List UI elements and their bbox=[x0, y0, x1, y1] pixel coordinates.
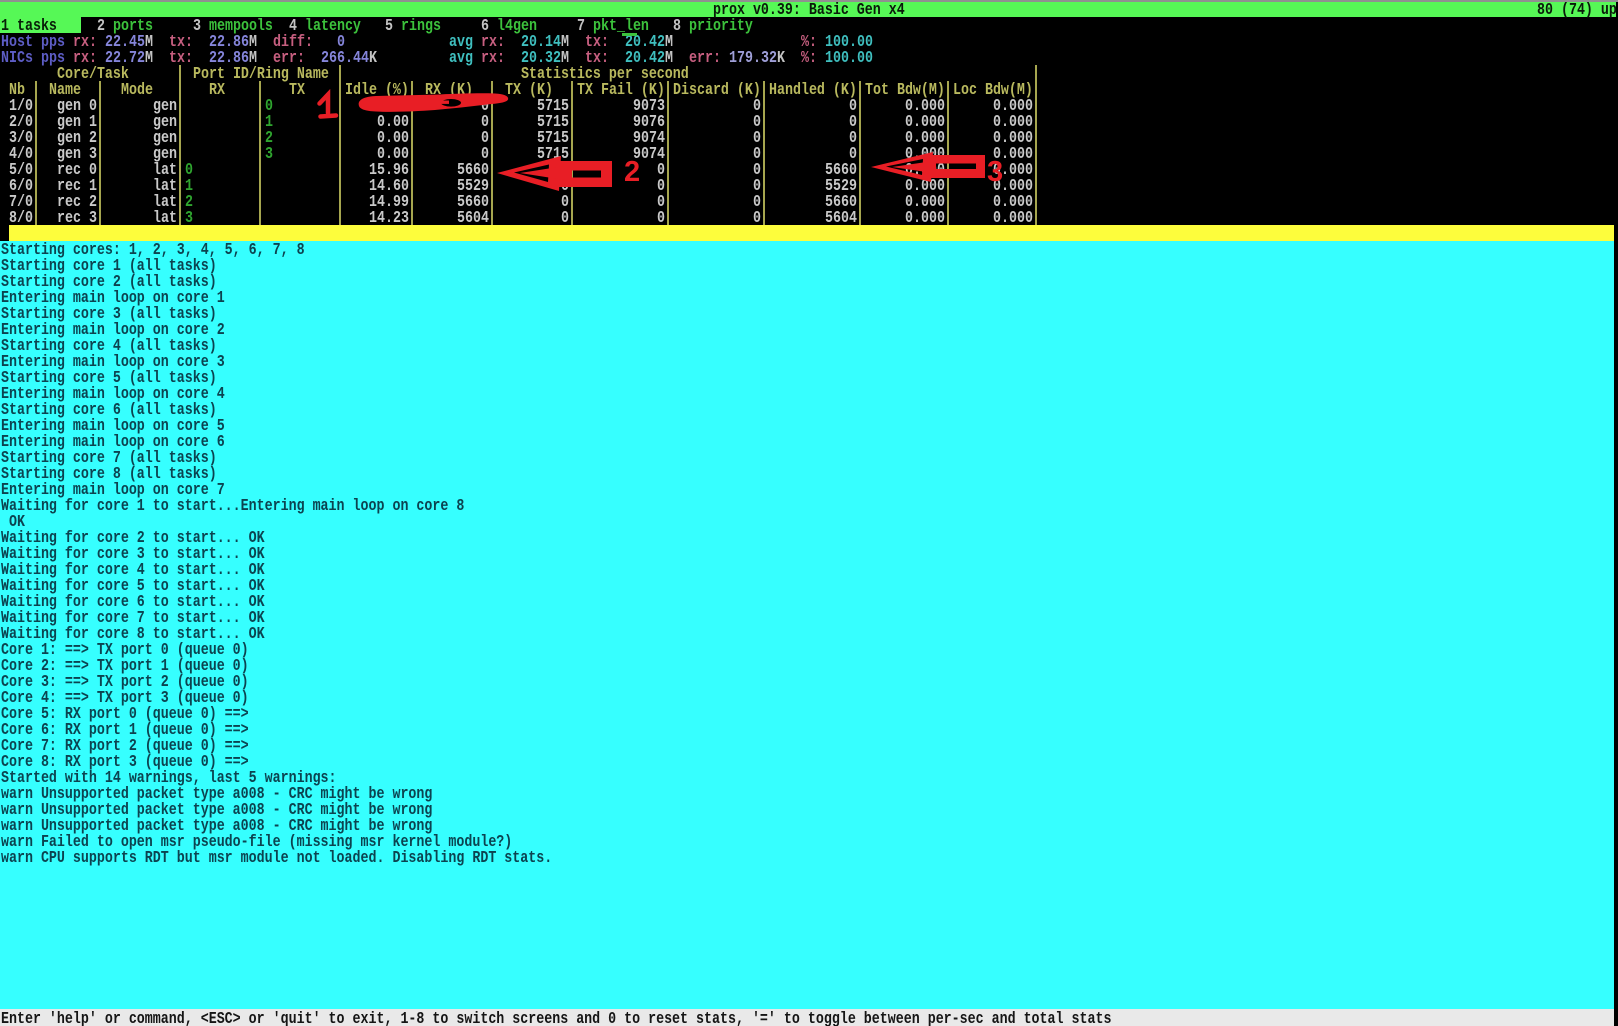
svg-text:3: 3 bbox=[987, 156, 1003, 188]
svg-text:2: 2 bbox=[624, 156, 640, 188]
